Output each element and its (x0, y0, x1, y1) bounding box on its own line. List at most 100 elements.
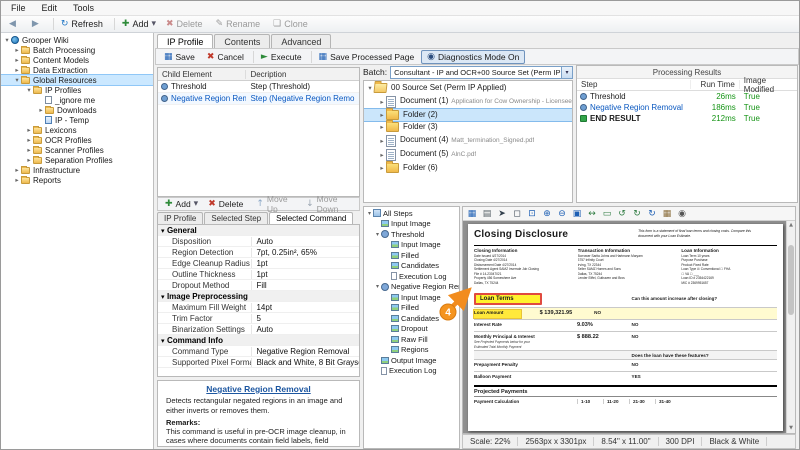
fit-width-button[interactable]: ↔ (585, 208, 599, 220)
step-tree-item[interactable]: Filled (364, 303, 459, 314)
property-row[interactable]: Supported Pixel Formats Black and White,… (158, 357, 359, 368)
property-value[interactable]: 1pt (252, 259, 267, 268)
save-processed-page-button[interactable]: ▦ Save Processed Page (311, 51, 420, 63)
property-value[interactable]: 7pt, 0.25in², 65% (252, 248, 316, 257)
property-value[interactable]: 14pt (252, 303, 272, 312)
expander-icon[interactable] (378, 164, 386, 172)
property-value[interactable]: Fill (252, 281, 266, 290)
refresh-button[interactable]: ↻ Refresh (53, 18, 111, 30)
step-tree-item[interactable]: Threshold (364, 229, 459, 240)
step-tree-item[interactable]: Dropout (364, 324, 459, 335)
expander-icon[interactable] (13, 66, 21, 74)
expander-icon[interactable] (378, 111, 386, 119)
step-tree-item[interactable]: Raw Fill (364, 334, 459, 345)
viewer-settings-button[interactable]: ◉ (675, 208, 689, 220)
clone-button[interactable]: ❏ Clone (268, 18, 316, 30)
expander-icon[interactable] (13, 56, 21, 64)
step-tree-item[interactable]: Filled (364, 250, 459, 261)
tree-node[interactable]: _ignore me (1, 95, 153, 105)
add-button[interactable]: ✚ Add ▾ (114, 18, 161, 30)
rotate-right-button[interactable]: ↻ (630, 208, 644, 220)
property-row[interactable]: Command Info (158, 335, 359, 346)
move-down-button[interactable]: ↓ Move Down (302, 194, 359, 214)
cancel-button[interactable]: ✖ Cancel (202, 51, 249, 63)
pointer-button[interactable]: ➤ (495, 208, 509, 220)
step-tree-item[interactable]: Input Image (364, 292, 459, 303)
expander-icon[interactable] (3, 36, 11, 44)
property-tab[interactable]: Selected Step (204, 212, 268, 224)
property-row[interactable]: Command Type Negative Region Removal (158, 346, 359, 357)
step-tree-item[interactable]: Input Image (364, 240, 459, 251)
expander-icon[interactable] (378, 98, 386, 106)
expander-icon[interactable] (374, 231, 381, 238)
expander-icon[interactable] (378, 123, 386, 131)
tree-node[interactable]: Batch Processing (1, 45, 153, 55)
result-row[interactable]: Negative Region Removal 186ms True (577, 102, 797, 113)
property-tab[interactable]: Selected Command (269, 212, 353, 224)
step-tree-item[interactable]: Candidates (364, 313, 459, 324)
menu-item[interactable]: File (3, 2, 34, 14)
editor-tab[interactable]: Contents (214, 34, 270, 48)
expander-icon[interactable] (374, 283, 381, 290)
expander-icon[interactable] (13, 166, 21, 174)
property-row[interactable]: Region Detection 7pt, 0.25in², 65% (158, 247, 359, 258)
batch-tree-item[interactable]: Document (1) Application for Cow Ownersh… (364, 95, 572, 109)
property-value[interactable]: 5 (252, 314, 260, 323)
column-header-image-modified[interactable]: Image Modified (740, 76, 797, 94)
column-header-child-element[interactable]: Child Element (158, 70, 246, 79)
expander-icon[interactable] (13, 46, 21, 54)
expander-icon[interactable] (25, 126, 33, 134)
marquee-button[interactable]: ◻ (510, 208, 524, 220)
property-value[interactable]: Auto (252, 325, 272, 334)
add-step-button[interactable]: ✚ Add ▾ (161, 199, 202, 209)
property-row[interactable]: Image Preprocessing (158, 291, 359, 302)
step-tree-item[interactable]: Negative Region Removal (364, 282, 459, 293)
delete-step-button[interactable]: ✖ Delete (204, 199, 250, 209)
combo-dropdown-icon[interactable]: ▾ (561, 67, 572, 78)
property-row[interactable]: Outline Thickness 1pt (158, 269, 359, 280)
property-value[interactable]: Negative Region Removal (252, 347, 349, 356)
expander-icon[interactable] (25, 156, 33, 164)
property-row[interactable]: Trim Factor 5 (158, 313, 359, 324)
step-tree-item[interactable]: Execution Log (364, 366, 459, 377)
save-button[interactable]: ▦ Save (159, 51, 200, 63)
tree-node[interactable]: Content Models (1, 55, 153, 65)
editor-tab[interactable]: Advanced (271, 34, 331, 48)
column-header-run-time[interactable]: Run Time (691, 80, 739, 89)
tree-node[interactable]: Data Extraction (1, 65, 153, 75)
property-row[interactable]: Dropout Method Fill (158, 280, 359, 291)
expander-icon[interactable] (378, 151, 386, 159)
result-row[interactable]: Threshold 26ms True (577, 91, 797, 102)
batch-tree-item[interactable]: Folder (6) (364, 162, 572, 175)
tree-node[interactable]: Downloads (1, 105, 153, 115)
diagnostics-mode-button[interactable]: ◉ Diagnostics Mode On (421, 50, 525, 64)
tree-node[interactable]: Separation Profiles (1, 155, 153, 165)
rename-button[interactable]: ✎ Rename (211, 18, 269, 30)
delete-button[interactable]: ✖ Delete (161, 18, 211, 30)
property-tab[interactable]: IP Profile (157, 212, 203, 224)
column-header-step[interactable]: Step (577, 80, 691, 89)
step-tree-item[interactable]: Candidates (364, 261, 459, 272)
move-up-button[interactable]: ↑ Move Up (252, 194, 300, 214)
menu-item[interactable]: Tools (65, 2, 102, 14)
child-element-row[interactable]: Threshold Step (Threshold) (158, 81, 359, 93)
expander-icon[interactable] (25, 86, 33, 94)
tree-node[interactable]: Lexicons (1, 125, 153, 135)
tree-node[interactable]: Global Resources (1, 75, 153, 85)
back-button[interactable]: ◀ (4, 19, 27, 30)
help-title-link[interactable]: Negative Region Removal (166, 384, 351, 394)
batch-tree-item[interactable]: Document (5) AlnC.pdf (364, 148, 572, 162)
property-value[interactable]: Auto (252, 237, 272, 246)
property-value[interactable]: Black and White, 8 Bit Grayscale, 2 (252, 358, 359, 367)
execute-button[interactable]: ► Execute (253, 51, 307, 63)
property-row[interactable]: Disposition Auto (158, 236, 359, 247)
step-tree-item[interactable]: Input Image (364, 219, 459, 230)
menu-item[interactable]: Edit (34, 2, 66, 14)
step-tree-item[interactable]: All Steps (364, 208, 459, 219)
tree-node[interactable]: Grooper Wiki (1, 35, 153, 45)
property-row[interactable]: Binarization Settings Auto (158, 324, 359, 335)
expander-icon[interactable] (25, 136, 33, 144)
batch-selector[interactable]: Consultant - IP and OCR+00 Source Set (P… (390, 66, 573, 79)
batch-tree-item[interactable]: Folder (3) (364, 121, 572, 134)
tree-node[interactable]: Scanner Profiles (1, 145, 153, 155)
